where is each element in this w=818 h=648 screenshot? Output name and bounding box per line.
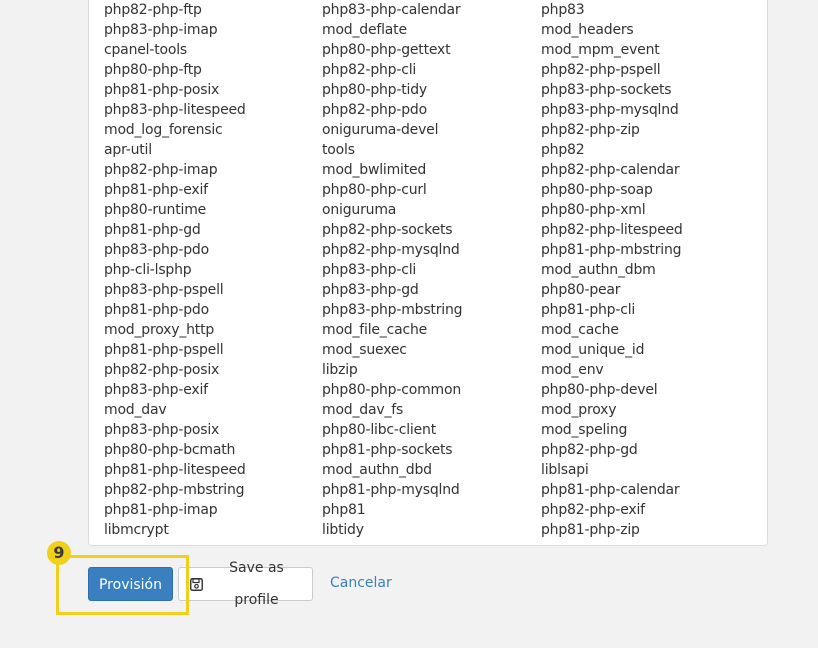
package-item: php80-php-gettext	[322, 42, 451, 58]
package-item: php82-php-posix	[104, 362, 220, 378]
package-item: php80-php-xml	[541, 202, 646, 218]
package-item: php81-php-gd	[104, 222, 201, 238]
package-item: php82-php-mbstring	[104, 482, 245, 498]
package-item: php82-php-calendar	[541, 162, 680, 178]
step-number-badge: 9	[47, 541, 71, 565]
package-item: php83-php-sockets	[541, 82, 672, 98]
package-item: mod_dav	[104, 402, 167, 418]
package-item: php83-php-gd	[322, 282, 419, 298]
package-item: oniguruma-devel	[322, 122, 439, 138]
package-item: php82-php-ftp	[104, 2, 202, 18]
package-column-3: php83 mod_headers mod_mpm_event php82-php-p…	[541, 0, 751, 540]
package-item: mod_proxy_http	[104, 322, 215, 338]
floppy-disk-icon	[190, 577, 203, 591]
package-column-1: php82-php-ftp php83-php-imap cpanel-tools p…	[104, 0, 314, 540]
package-item: tools	[322, 142, 355, 158]
package-item: php81-php-calendar	[541, 482, 680, 498]
package-item: oniguruma	[322, 202, 397, 218]
package-item: php81-php-mysqlnd	[322, 482, 460, 498]
package-item: mod_file_cache	[322, 322, 428, 338]
package-item: php82-php-sockets	[322, 222, 453, 238]
package-item: apr-util	[104, 142, 152, 158]
package-item: php80-php-curl	[322, 182, 427, 198]
page: php82-php-ftp php83-php-imap cpanel-tools p…	[0, 0, 818, 648]
package-item: php80-libc-client	[322, 422, 436, 438]
package-item: php82-php-pdo	[322, 102, 427, 118]
package-item: php83	[541, 2, 585, 18]
package-item: php80-php-tidy	[322, 82, 427, 98]
package-item: libmcrypt	[104, 522, 169, 538]
package-item: php80-php-soap	[541, 182, 653, 198]
provision-button[interactable]: Provisión	[88, 567, 173, 601]
package-item: php82-php-exif	[541, 502, 645, 518]
package-column-2: php83-php-calendar mod_deflate php80-php-g…	[322, 0, 532, 540]
package-item: php83-php-mysqlnd	[541, 102, 679, 118]
package-item: libtidy	[322, 522, 364, 538]
package-item: php81-php-mbstring	[541, 242, 682, 258]
package-item: mod_log_forensic	[104, 122, 223, 138]
package-item: php80-runtime	[104, 202, 207, 218]
package-item: php83-php-cli	[322, 262, 417, 278]
package-item: mod_dav_fs	[322, 402, 404, 418]
package-item: mod_deflate	[322, 22, 407, 38]
package-item: php81-php-sockets	[322, 442, 453, 458]
package-item: php83-php-exif	[104, 382, 208, 398]
package-item: mod_env	[541, 362, 604, 378]
package-item: php83-php-imap	[104, 22, 218, 38]
package-item: php83-php-pspell	[104, 282, 224, 298]
package-item: php80-php-ftp	[104, 62, 202, 78]
package-item: mod_suexec	[322, 342, 407, 358]
package-item: mod_speling	[541, 422, 628, 438]
package-item: php-cli-lsphp	[104, 262, 192, 278]
package-item: mod_bwlimited	[322, 162, 427, 178]
save-as-profile-label: Save as profile	[229, 560, 284, 608]
package-item: php83-php-posix	[104, 422, 220, 438]
package-item: php82-php-gd	[541, 442, 638, 458]
package-item: php81-php-imap	[104, 502, 218, 518]
package-list-panel: php82-php-ftp php83-php-imap cpanel-tools p…	[88, 0, 768, 546]
package-item: liblsapi	[541, 462, 589, 478]
package-item: php80-php-devel	[541, 382, 658, 398]
save-as-profile-button[interactable]: Save as profile	[178, 560, 313, 608]
package-item: php81-php-zip	[541, 522, 640, 538]
package-item: php80-php-bcmath	[104, 442, 236, 458]
package-item: php82-php-cli	[322, 62, 417, 78]
package-item: php81-php-pspell	[104, 342, 224, 358]
package-item: mod_headers	[541, 22, 634, 38]
package-item: php83-php-mbstring	[322, 302, 463, 318]
package-item: mod_proxy	[541, 402, 617, 418]
package-item: mod_cache	[541, 322, 619, 338]
package-item: mod_mpm_event	[541, 42, 660, 58]
package-item: php83-php-litespeed	[104, 102, 246, 118]
package-item: php80-pear	[541, 282, 621, 298]
package-item: php81	[322, 502, 366, 518]
package-item: mod_unique_id	[541, 342, 645, 358]
package-item: php82-php-imap	[104, 162, 218, 178]
package-item: php82-php-pspell	[541, 62, 661, 78]
package-item: libzip	[322, 362, 358, 378]
package-item: cpanel-tools	[104, 42, 187, 58]
cancel-link[interactable]: Cancelar	[330, 575, 392, 591]
package-item: php81-php-litespeed	[104, 462, 246, 478]
package-item: php81-php-exif	[104, 182, 208, 198]
package-item: php81-php-posix	[104, 82, 220, 98]
package-item: php82-php-mysqlnd	[322, 242, 460, 258]
package-item: php82-php-zip	[541, 122, 640, 138]
package-item: php81-php-pdo	[104, 302, 209, 318]
package-item: php80-php-common	[322, 382, 461, 398]
package-item: php83-php-calendar	[322, 2, 461, 18]
package-item: mod_authn_dbd	[322, 462, 432, 478]
package-item: php83-php-pdo	[104, 242, 209, 258]
package-item: php82-php-litespeed	[541, 222, 683, 238]
package-item: mod_authn_dbm	[541, 262, 656, 278]
package-item: php81-php-cli	[541, 302, 636, 318]
package-item: php82	[541, 142, 585, 158]
